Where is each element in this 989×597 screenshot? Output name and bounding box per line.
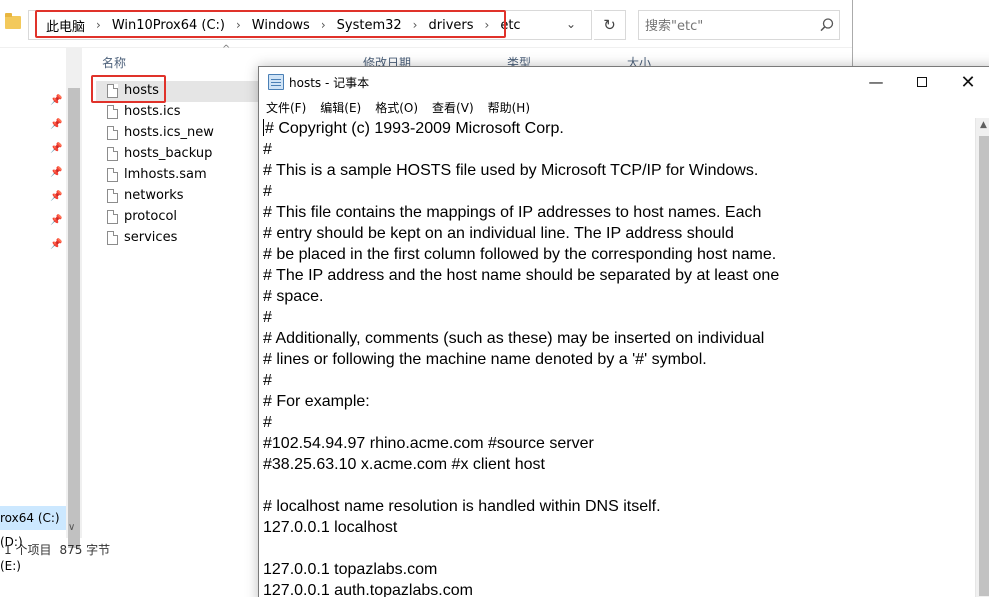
file-icon [107,167,118,182]
menu-edit[interactable]: 编辑(E) [320,99,361,116]
text-line: #38.25.63.10 x.acme.com #x client host [263,456,545,473]
chevron-down-icon[interactable]: ⌄ [566,17,576,31]
text-line: #102.54.94.97 rhino.acme.com #source ser… [263,435,594,452]
text-line: # [263,372,272,389]
nav-item-drive-c[interactable]: rox64 (C:) [0,506,66,530]
pin-icon[interactable]: 📌 [50,191,62,202]
file-row-networks[interactable]: networks [96,185,261,206]
search-input[interactable] [645,17,815,35]
pin-icon[interactable]: 📌 [50,119,62,130]
chevron-down-icon[interactable]: ∨ [68,522,75,533]
refresh-button[interactable]: ↻ [594,10,626,40]
hosts-highlight-annotation [91,75,166,103]
status-selection-size: 875 字节 [59,543,111,557]
file-icon [107,104,118,119]
maximize-icon [917,77,927,87]
file-icon [107,146,118,161]
file-name: hosts.ics [124,104,181,119]
text-line: # [263,309,272,326]
sort-ascending-icon: ^ [222,44,231,55]
text-line: 127.0.0.1 localhost [263,519,398,536]
file-list: hosts hosts.ics hosts.ics_new hosts_back… [96,80,261,248]
scrollbar-thumb[interactable] [979,136,989,596]
text-line: # This file contains the mappings of IP … [263,204,762,221]
file-name: services [124,230,178,245]
file-icon [107,125,118,140]
status-bar: 1 个项目 875 字节 [0,540,260,560]
status-item-count: 1 个项目 [4,543,52,557]
vertical-scrollbar[interactable]: ▲ [975,118,989,597]
title-bar[interactable]: hosts - 记事本 — ✕ [259,67,989,97]
close-icon: ✕ [960,71,976,93]
file-name: lmhosts.sam [124,167,207,182]
text-editor[interactable]: # Copyright (c) 1993-2009 Microsoft Corp… [263,118,975,597]
text-line: # entry should be kept on an individual … [263,225,734,242]
file-icon [107,230,118,245]
file-row-hosts-backup[interactable]: hosts_backup [96,143,261,164]
text-line: # space. [263,288,324,305]
pin-icon[interactable]: 📌 [50,95,62,106]
maximize-button[interactable] [899,67,945,97]
text-line: # Additionally, comments (such as these)… [263,330,765,347]
search-icon[interactable] [819,17,835,33]
file-name: hosts.ics_new [124,125,214,140]
text-line: ​ [263,538,975,559]
pin-icon[interactable]: 📌 [50,239,62,250]
file-row-hosts-ics-new[interactable]: hosts.ics_new [96,122,261,143]
text-line: # [263,141,272,158]
nav-scrollbar[interactable] [66,48,82,548]
text-line: # [263,183,272,200]
pin-icon[interactable]: 📌 [50,167,62,178]
file-row-hosts-ics[interactable]: hosts.ics [96,101,261,122]
text-line: 127.0.0.1 topazlabs.com [263,561,438,578]
file-icon [107,188,118,203]
text-line: 127.0.0.1 auth.topazlabs.com [263,582,473,597]
notepad-window: hosts - 记事本 — ✕ 文件(F) 编辑(E) 格式(O) 查看(V) … [258,66,989,597]
file-name: protocol [124,209,178,224]
menu-format[interactable]: 格式(O) [375,99,418,116]
address-row: 此电脑 › Win10Prox64 (C:) › Windows › Syste… [0,0,852,48]
window-title: hosts - 记事本 [289,76,370,90]
text-line: # The IP address and the host name shoul… [263,267,780,284]
text-line: # [263,414,272,431]
file-icon [107,209,118,224]
search-box[interactable] [638,10,840,40]
minimize-icon: — [868,73,884,91]
column-name[interactable]: 名称 [102,54,126,71]
nav-scrollbar-thumb[interactable] [68,88,80,548]
text-line: # This is a sample HOSTS file used by Mi… [263,162,759,179]
close-button[interactable]: ✕ [945,67,989,97]
text-caret [263,119,264,136]
text-line: # lines or following the machine name de… [263,351,707,368]
text-line: ​ [263,475,975,496]
file-row-lmhosts-sam[interactable]: lmhosts.sam [96,164,261,185]
address-highlight-annotation [35,10,506,38]
notepad-icon [268,74,284,90]
minimize-button[interactable]: — [853,67,899,97]
file-row-protocol[interactable]: protocol [96,206,261,227]
text-line: # be placed in the first column followed… [263,246,777,263]
window-edge [852,0,853,68]
text-line: # localhost name resolution is handled w… [263,498,661,515]
pin-icon[interactable]: 📌 [50,215,62,226]
menu-view[interactable]: 查看(V) [432,99,474,116]
scroll-up-arrow-icon[interactable]: ▲ [980,120,987,130]
text-line: # Copyright (c) 1993-2009 Microsoft Corp… [263,119,564,137]
refresh-icon: ↻ [603,16,616,34]
navigation-pane: 📌 📌 📌 📌 📌 📌 📌 rox64 (C:) (D:) (E:) [0,48,66,597]
text-line: # For example: [263,393,370,410]
file-row-services[interactable]: services [96,227,261,248]
file-name: hosts_backup [124,146,213,161]
menu-bar: 文件(F) 编辑(E) 格式(O) 查看(V) 帮助(H) [259,97,989,117]
folder-icon [5,13,21,29]
menu-help[interactable]: 帮助(H) [488,99,530,116]
file-name: networks [124,188,184,203]
pin-icon[interactable]: 📌 [50,143,62,154]
menu-file[interactable]: 文件(F) [266,99,306,116]
